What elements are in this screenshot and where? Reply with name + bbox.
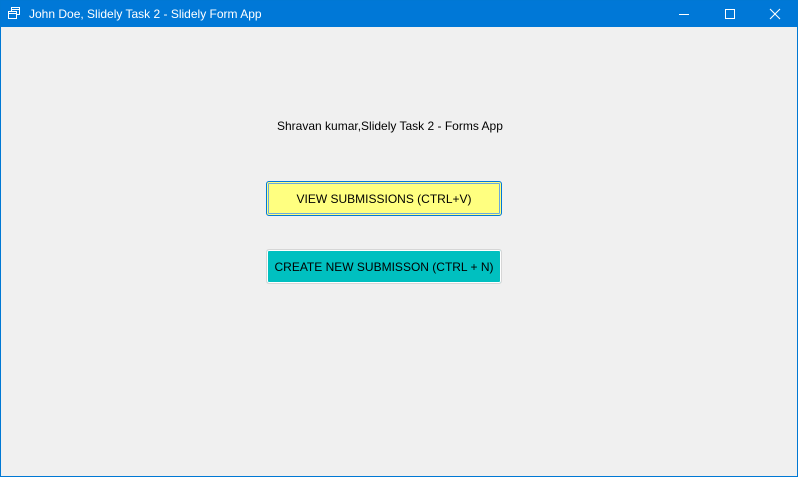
app-heading-label: Shravan kumar,Slidely Task 2 - Forms App [277,119,503,133]
close-icon [769,8,781,20]
maximize-button[interactable] [707,1,753,27]
minimize-icon [679,14,689,15]
view-submissions-button[interactable]: VIEW SUBMISSIONS (CTRL+V) [266,181,502,216]
app-window: John Doe, Slidely Task 2 - Slidely Form … [0,0,798,477]
title-bar[interactable]: John Doe, Slidely Task 2 - Slidely Form … [1,1,797,27]
close-button[interactable] [752,1,798,27]
minimize-button[interactable] [661,1,707,27]
window-title: John Doe, Slidely Task 2 - Slidely Form … [29,7,262,21]
app-icon[interactable] [7,6,21,20]
view-submissions-label: VIEW SUBMISSIONS (CTRL+V) [296,191,472,206]
create-new-submission-button[interactable]: CREATE NEW SUBMISSON (CTRL + N) [266,249,502,284]
maximize-icon [725,9,735,19]
create-new-submission-label: CREATE NEW SUBMISSON (CTRL + N) [274,259,494,274]
